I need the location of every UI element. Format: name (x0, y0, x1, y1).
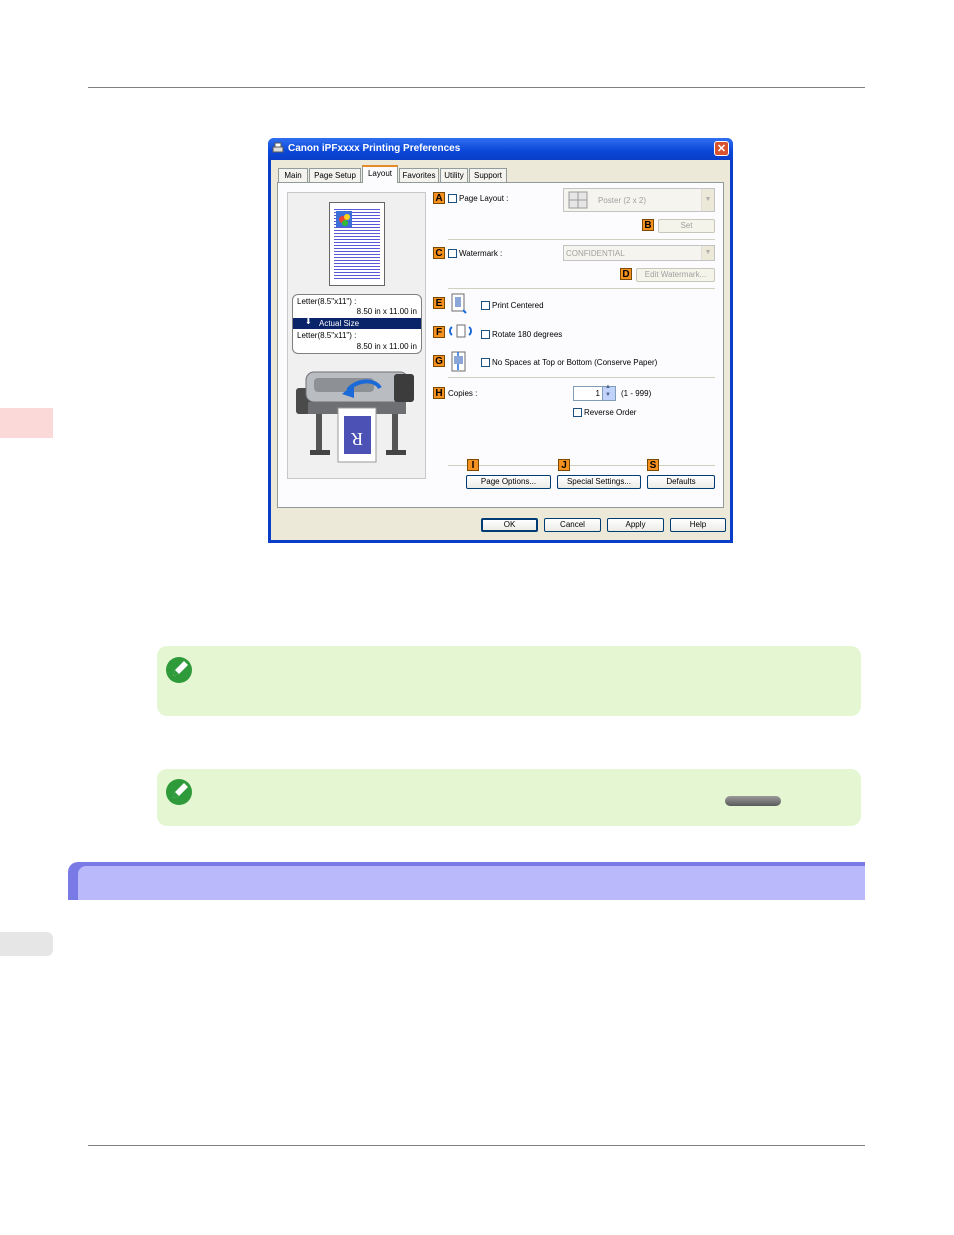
dialog-client: Main Page Setup Layout Favorites Utility… (271, 160, 730, 540)
original-size-label: Letter(8.5"x11") : (297, 297, 357, 306)
original-size-value: 8.50 in x 11.00 in (356, 307, 417, 316)
reverse-order-label: Reverse Order (584, 408, 637, 417)
marker-d: D (620, 268, 632, 280)
page-layout-value: Poster (2 x 2) (598, 196, 647, 205)
scaling-value: Actual Size (319, 319, 360, 328)
rotate-icon (449, 324, 472, 338)
tab-main[interactable]: Main (278, 168, 308, 182)
separator (448, 377, 715, 378)
marker-i: I (467, 459, 479, 471)
marker-s: S (647, 459, 659, 471)
print-centered-label: Print Centered (492, 301, 544, 310)
page-layout-select[interactable]: Poster (2 x 2) ▼ (563, 188, 715, 212)
marker-a: A (433, 192, 445, 204)
page-side-tab (0, 932, 53, 956)
print-centered-icon (451, 293, 467, 314)
scaling-row: ⬇ Actual Size (293, 317, 421, 329)
printer-icon (272, 142, 284, 153)
size-info-box: Letter(8.5"x11") : 8.50 in x 11.00 in ⬇ … (292, 294, 422, 354)
note-box (157, 769, 861, 826)
help-button[interactable]: Help (670, 518, 726, 532)
settings-preview: Letter(8.5"x11") : 8.50 in x 11.00 in ⬇ … (287, 192, 426, 479)
marker-h: H (433, 387, 445, 399)
separator (448, 239, 715, 240)
defaults-button[interactable]: Defaults (647, 475, 715, 489)
copies-value: 1 (595, 389, 600, 398)
output-size-value: 8.50 in x 11.00 in (356, 342, 417, 351)
copies-spinner[interactable]: ▲ ▼ (602, 384, 615, 400)
watermark-checkbox[interactable] (448, 249, 457, 258)
no-spaces-checkbox[interactable] (481, 358, 490, 367)
thumbnail-image (336, 211, 352, 227)
special-settings-button[interactable]: Special Settings... (557, 475, 641, 489)
marker-j: J (558, 459, 570, 471)
copies-label: Copies : (448, 389, 478, 398)
marker-g: G (433, 355, 445, 367)
layout-panel: Letter(8.5"x11") : 8.50 in x 11.00 in ⬇ … (277, 182, 724, 508)
tab-utility[interactable]: Utility (440, 168, 468, 182)
spin-up-icon[interactable]: ▲ (605, 384, 611, 390)
chapter-side-tab (0, 408, 53, 438)
conserve-paper-icon (451, 351, 466, 372)
watermark-label: Watermark : (459, 249, 503, 258)
output-size-label: Letter(8.5"x11") : (297, 331, 357, 340)
poster-layout-icon (568, 191, 588, 209)
tab-layout[interactable]: Layout (362, 165, 398, 183)
separator (448, 288, 715, 289)
down-arrow-icon: ⬇ (305, 317, 312, 326)
dialog-title: Canon iPFxxxx Printing Preferences (288, 143, 461, 154)
dialog-titlebar: Canon iPFxxxx Printing Preferences ✕ (268, 138, 733, 160)
copies-range: (1 - 999) (621, 389, 652, 398)
ok-button[interactable]: OK (481, 518, 538, 532)
rotate-checkbox[interactable] (481, 330, 490, 339)
spin-down-icon[interactable]: ▼ (605, 392, 611, 398)
page-thumbnail (329, 202, 385, 286)
note-pencil-icon (166, 657, 192, 683)
marker-f: F (433, 326, 445, 338)
cancel-button[interactable]: Cancel (544, 518, 601, 532)
page-layout-label: Page Layout : (459, 194, 509, 203)
note-pencil-icon (166, 779, 192, 805)
rotate-label: Rotate 180 degrees (492, 330, 563, 339)
page-options-button[interactable]: Page Options... (466, 475, 551, 489)
copies-input[interactable]: 1 ▲ ▼ (573, 384, 616, 401)
chevron-down-icon: ▼ (701, 189, 714, 211)
watermark-value: CONFIDENTIAL (566, 249, 625, 258)
paper-letter: R (351, 429, 363, 449)
watermark-select[interactable]: CONFIDENTIAL ▼ (563, 245, 715, 261)
set-button[interactable]: Set (658, 219, 715, 233)
section-heading-band (68, 862, 865, 900)
marker-e: E (433, 297, 445, 309)
tab-support[interactable]: Support (469, 168, 507, 182)
tab-favorites[interactable]: Favorites (399, 168, 439, 182)
header-rule (88, 87, 865, 88)
no-spaces-label: No Spaces at Top or Bottom (Conserve Pap… (492, 358, 658, 367)
printer-illustration: R (296, 371, 414, 463)
marker-b: B (642, 219, 654, 231)
print-centered-checkbox[interactable] (481, 301, 490, 310)
note-box (157, 646, 861, 716)
chevron-down-icon: ▼ (701, 246, 714, 260)
separator (448, 465, 715, 466)
tab-page-setup[interactable]: Page Setup (309, 168, 361, 182)
footer-rule (88, 1145, 865, 1146)
printing-preferences-dialog: Canon iPFxxxx Printing Preferences ✕ Mai… (268, 138, 733, 543)
apply-button[interactable]: Apply (607, 518, 664, 532)
reverse-order-checkbox[interactable] (573, 408, 582, 417)
section-heading-fill (78, 866, 865, 900)
page-link-badge[interactable] (725, 796, 781, 806)
edit-watermark-button[interactable]: Edit Watermark... (636, 268, 715, 282)
close-button[interactable]: ✕ (714, 141, 729, 156)
marker-c: C (433, 247, 445, 259)
page-layout-checkbox[interactable] (448, 194, 457, 203)
